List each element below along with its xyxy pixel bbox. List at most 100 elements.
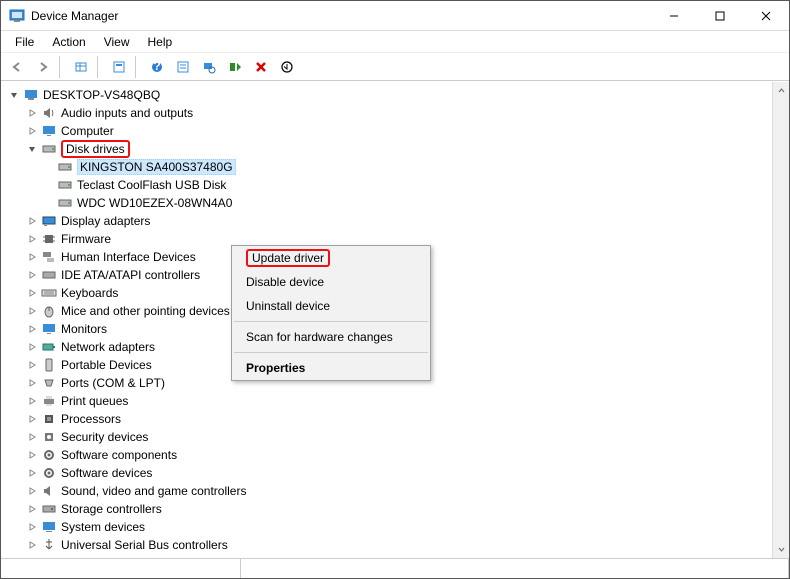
toolbar-separator xyxy=(97,56,103,78)
tree-root[interactable]: DESKTOP-VS48QBQ xyxy=(3,86,772,104)
ctx-disable-device[interactable]: Disable device xyxy=(232,270,430,294)
tree-label: Software components xyxy=(61,448,177,462)
tree-item-usb[interactable]: Universal Serial Bus controllers xyxy=(3,536,772,554)
ctx-update-driver[interactable]: Update driver xyxy=(232,246,430,270)
tree-item-system-devices[interactable]: System devices xyxy=(3,518,772,536)
expand-icon[interactable] xyxy=(25,340,39,354)
expand-icon[interactable] xyxy=(25,520,39,534)
expand-icon[interactable] xyxy=(25,322,39,336)
tree-item-audio[interactable]: Audio inputs and outputs xyxy=(3,104,772,122)
drive-icon xyxy=(57,195,73,211)
tree-item-display[interactable]: Display adapters xyxy=(3,212,772,230)
tree-label: WDC WD10EZEX-08WN4A0 xyxy=(77,196,232,210)
collapse-icon[interactable] xyxy=(7,88,21,102)
menu-action[interactable]: Action xyxy=(44,33,93,51)
tree-item-storage[interactable]: Storage controllers xyxy=(3,500,772,518)
expand-icon[interactable] xyxy=(25,106,39,120)
speaker-icon xyxy=(41,105,57,121)
minimize-button[interactable] xyxy=(651,1,697,31)
menu-file[interactable]: File xyxy=(7,33,42,51)
ctx-label: Uninstall device xyxy=(246,299,330,313)
tree-item-disk-child[interactable]: Teclast CoolFlash USB Disk xyxy=(3,176,772,194)
menu-bar: File Action View Help xyxy=(1,31,789,53)
expand-icon[interactable] xyxy=(25,232,39,246)
expand-icon[interactable] xyxy=(25,430,39,444)
enable-device-button[interactable] xyxy=(223,56,247,78)
security-icon xyxy=(41,429,57,445)
expand-icon[interactable] xyxy=(25,448,39,462)
expand-icon[interactable] xyxy=(25,466,39,480)
menu-view[interactable]: View xyxy=(96,33,138,51)
ctx-label: Scan for hardware changes xyxy=(246,330,393,344)
drive-icon xyxy=(57,159,73,175)
tree-label: Teclast CoolFlash USB Disk xyxy=(77,178,226,192)
tree-item-security[interactable]: Security devices xyxy=(3,428,772,446)
expand-icon[interactable] xyxy=(25,268,39,282)
usb-icon xyxy=(41,537,57,553)
properties-button[interactable] xyxy=(107,56,131,78)
expand-icon[interactable] xyxy=(25,358,39,372)
mouse-icon xyxy=(41,303,57,319)
tree-item-computer[interactable]: Computer xyxy=(3,122,772,140)
collapse-icon[interactable] xyxy=(25,142,39,156)
expand-icon[interactable] xyxy=(25,304,39,318)
drive-icon xyxy=(41,141,57,157)
update-driver-button[interactable] xyxy=(275,56,299,78)
tree-label: Universal Serial Bus controllers xyxy=(61,538,228,552)
scroll-down-button[interactable] xyxy=(773,541,789,558)
action-properties-button[interactable] xyxy=(171,56,195,78)
hid-icon xyxy=(41,249,57,265)
window-buttons xyxy=(651,1,789,31)
expand-icon[interactable] xyxy=(25,250,39,264)
ctx-scan-hardware[interactable]: Scan for hardware changes xyxy=(232,325,430,349)
ctx-label: Disable device xyxy=(246,275,324,289)
expand-icon[interactable] xyxy=(25,214,39,228)
tree-label: Mice and other pointing devices xyxy=(61,304,230,318)
highlighted-option: Update driver xyxy=(246,249,330,267)
help-button[interactable]: ? xyxy=(145,56,169,78)
tree-item-processors[interactable]: Processors xyxy=(3,410,772,428)
tree-item-sw-devices[interactable]: Software devices xyxy=(3,464,772,482)
expand-icon[interactable] xyxy=(25,538,39,552)
back-button[interactable] xyxy=(5,56,29,78)
display-adapter-icon xyxy=(41,213,57,229)
highlighted-category: Disk drives xyxy=(61,140,130,158)
gear-icon xyxy=(41,447,57,463)
forward-button[interactable] xyxy=(31,56,55,78)
status-segment xyxy=(241,559,789,578)
menu-help[interactable]: Help xyxy=(140,33,181,51)
scan-hardware-button[interactable] xyxy=(197,56,221,78)
speaker-icon xyxy=(41,483,57,499)
tree-label: Firmware xyxy=(61,232,111,246)
tree-item-sw-components[interactable]: Software components xyxy=(3,446,772,464)
tree-label: Display adapters xyxy=(61,214,150,228)
expand-icon[interactable] xyxy=(25,502,39,516)
tree-label: Computer xyxy=(61,124,114,138)
show-hide-console-button[interactable] xyxy=(69,56,93,78)
tree-item-disk-drives[interactable]: Disk drives xyxy=(3,140,772,158)
close-button[interactable] xyxy=(743,1,789,31)
vertical-scrollbar[interactable] xyxy=(772,82,789,558)
expand-icon[interactable] xyxy=(25,484,39,498)
expand-icon[interactable] xyxy=(25,394,39,408)
scroll-track[interactable] xyxy=(773,99,789,541)
tree-item-print-queues[interactable]: Print queues xyxy=(3,392,772,410)
scroll-up-button[interactable] xyxy=(773,82,789,99)
expand-icon[interactable] xyxy=(25,412,39,426)
tree-item-disk-child[interactable]: WDC WD10EZEX-08WN4A0 xyxy=(3,194,772,212)
tree-label: Audio inputs and outputs xyxy=(61,106,193,120)
tree-item-disk-child-selected[interactable]: KINGSTON SA400S37480G xyxy=(3,158,772,176)
uninstall-device-button[interactable] xyxy=(249,56,273,78)
device-manager-window: Device Manager File Action View Help ? xyxy=(0,0,790,579)
ctx-uninstall-device[interactable]: Uninstall device xyxy=(232,294,430,318)
maximize-button[interactable] xyxy=(697,1,743,31)
port-icon xyxy=(41,375,57,391)
ctx-properties[interactable]: Properties xyxy=(232,356,430,380)
expand-icon[interactable] xyxy=(25,286,39,300)
expand-icon[interactable] xyxy=(25,376,39,390)
tree-item-sound[interactable]: Sound, video and game controllers xyxy=(3,482,772,500)
tree-label: Ports (COM & LPT) xyxy=(61,376,165,390)
ctx-label: Update driver xyxy=(252,251,324,265)
expand-icon[interactable] xyxy=(25,124,39,138)
tree-label: System devices xyxy=(61,520,145,534)
